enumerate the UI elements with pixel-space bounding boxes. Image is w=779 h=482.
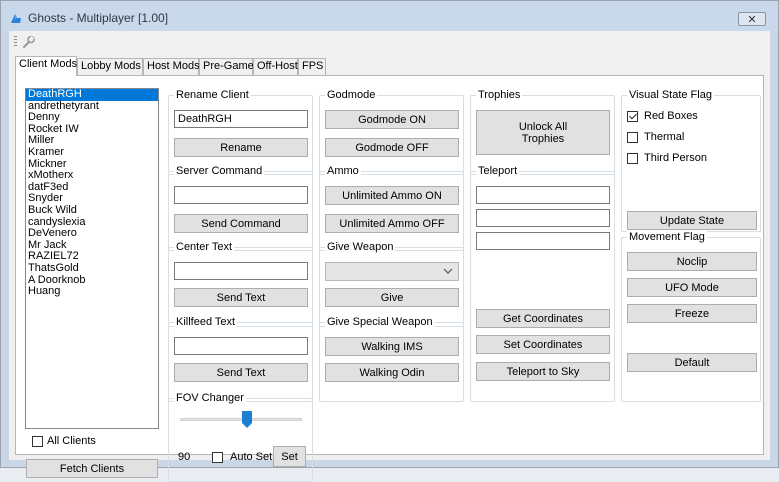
client-mods-page: DeathRGH andrethetyrant Denny Rocket IW …	[15, 75, 764, 482]
ufo-mode-button[interactable]: UFO Mode	[627, 278, 757, 297]
fov-set-button[interactable]: Set	[273, 446, 306, 467]
unlock-all-trophies-button[interactable]: Unlock All Trophies	[476, 110, 610, 155]
set-coordinates-button[interactable]: Set Coordinates	[476, 335, 610, 354]
server-command-group: Server Command Send Command	[168, 165, 313, 251]
godmode-group: Godmode Godmode ON Godmode OFF	[319, 89, 464, 175]
tab-lobby-mods[interactable]: Lobby Mods	[77, 58, 143, 75]
third-person-label: Third Person	[644, 152, 707, 164]
list-item[interactable]: ThatsGold	[26, 262, 158, 275]
close-button[interactable]: ✕	[738, 12, 766, 26]
unlimited-ammo-off-button[interactable]: Unlimited Ammo OFF	[325, 214, 459, 233]
teleport-x-input[interactable]	[476, 186, 610, 204]
movement-flag-group: Movement Flag Noclip UFO Mode Freeze Def…	[621, 231, 761, 402]
all-clients-checkbox[interactable]	[32, 436, 43, 447]
teleport-group: Teleport Get Coordinates Set Coordinates…	[470, 165, 615, 402]
rename-input[interactable]: DeathRGH	[174, 110, 308, 128]
rename-button[interactable]: Rename	[174, 138, 308, 157]
fov-value: 90	[178, 451, 191, 463]
fetch-clients-button[interactable]: Fetch Clients	[26, 459, 158, 478]
default-button[interactable]: Default	[627, 353, 757, 372]
red-boxes-label: Red Boxes	[644, 110, 698, 122]
unlock-trophies-line1: Unlock All	[518, 120, 568, 133]
trophies-group: Trophies Unlock All Trophies	[470, 89, 615, 175]
list-item[interactable]: xMotherx	[26, 170, 158, 182]
group-title: Killfeed Text	[174, 316, 238, 328]
godmode-off-button[interactable]: Godmode OFF	[325, 138, 459, 157]
send-killfeed-button[interactable]: Send Text	[174, 363, 308, 382]
tab-client-mods[interactable]: Client Mods	[15, 56, 77, 76]
list-item[interactable]: DeVenero	[26, 228, 158, 240]
group-title: Movement Flag	[627, 231, 707, 243]
group-title: Teleport	[476, 165, 520, 177]
freeze-button[interactable]: Freeze	[627, 304, 757, 323]
tab-off-host[interactable]: Off-Host	[253, 58, 298, 75]
third-person-checkbox[interactable]	[627, 153, 638, 164]
list-item[interactable]: Kramer	[26, 146, 158, 159]
group-title: Server Command	[174, 165, 265, 177]
group-title: Ammo	[325, 165, 361, 177]
thermal-label: Thermal	[644, 131, 685, 143]
group-title: Godmode	[325, 89, 378, 101]
ammo-group: Ammo Unlimited Ammo ON Unlimited Ammo OF…	[319, 165, 464, 251]
thermal-checkbox[interactable]	[627, 132, 638, 143]
killfeed-text-group: Killfeed Text Send Text	[168, 316, 313, 402]
tab-host-mods[interactable]: Host Mods	[143, 58, 200, 75]
center-text-group: Center Text Send Text	[168, 241, 313, 327]
group-title: Rename Client	[174, 89, 251, 101]
walking-odin-button[interactable]: Walking Odin	[325, 363, 459, 382]
chevron-down-icon	[443, 268, 453, 274]
auto-set-label: Auto Set	[230, 451, 273, 463]
update-state-button[interactable]: Update State	[627, 211, 757, 230]
send-center-text-button[interactable]: Send Text	[174, 288, 308, 307]
app-logo-icon	[11, 14, 21, 23]
red-boxes-checkbox[interactable]	[627, 111, 638, 122]
window-title: Ghosts - Multiplayer [1.00]	[28, 11, 169, 25]
wrench-icon[interactable]	[21, 35, 35, 49]
teleport-y-input[interactable]	[476, 209, 610, 227]
all-clients-label: All Clients	[47, 435, 96, 447]
unlimited-ammo-on-button[interactable]: Unlimited Ammo ON	[325, 186, 459, 205]
rename-client-group: Rename Client DeathRGH Rename	[168, 89, 313, 175]
unlock-trophies-line2: Trophies	[521, 132, 565, 145]
give-weapon-button[interactable]: Give	[325, 288, 459, 307]
give-weapon-group: Give Weapon Give	[319, 241, 464, 327]
send-command-button[interactable]: Send Command	[174, 214, 308, 233]
fov-slider-track[interactable]	[180, 418, 302, 421]
list-item[interactable]: Huang	[26, 285, 158, 298]
fov-changer-group: FOV Changer 90 Auto Set Set	[168, 392, 313, 482]
auto-set-checkbox[interactable]	[212, 452, 223, 463]
group-title: FOV Changer	[174, 392, 246, 404]
tab-pre-game[interactable]: Pre-Game	[199, 58, 254, 75]
center-text-input[interactable]	[174, 262, 308, 280]
weapon-dropdown[interactable]	[325, 262, 459, 281]
list-item[interactable]: DeathRGH	[26, 88, 158, 101]
main-window: Ghosts - Multiplayer [1.00] ✕ Client Mod…	[0, 0, 779, 482]
give-special-weapon-group: Give Special Weapon Walking IMS Walking …	[319, 316, 464, 402]
tab-fps[interactable]: FPS	[298, 58, 326, 75]
group-title: Center Text	[174, 241, 235, 253]
teleport-to-sky-button[interactable]: Teleport to Sky	[476, 362, 610, 381]
noclip-button[interactable]: Noclip	[627, 252, 757, 271]
group-title: Trophies	[476, 89, 523, 101]
client-area: Client Mods Lobby Mods Host Mods Pre-Gam…	[9, 31, 770, 482]
group-title: Visual State Flag	[627, 89, 714, 101]
fov-slider-thumb[interactable]	[242, 411, 253, 428]
title-bar: Ghosts - Multiplayer [1.00] ✕	[1, 1, 778, 31]
group-title: Give Special Weapon	[325, 316, 435, 328]
group-title: Give Weapon	[325, 241, 396, 253]
killfeed-input[interactable]	[174, 337, 308, 355]
get-coordinates-button[interactable]: Get Coordinates	[476, 309, 610, 328]
walking-ims-button[interactable]: Walking IMS	[325, 337, 459, 356]
teleport-z-input[interactable]	[476, 232, 610, 250]
toolbar	[9, 31, 770, 52]
list-item[interactable]: Buck Wild	[26, 204, 158, 217]
server-command-input[interactable]	[174, 186, 308, 204]
visual-state-flag-group: Visual State Flag Red Boxes Thermal Thir…	[621, 89, 761, 232]
toolbar-grip[interactable]	[14, 36, 17, 48]
godmode-on-button[interactable]: Godmode ON	[325, 110, 459, 129]
client-list[interactable]: DeathRGH andrethetyrant Denny Rocket IW …	[25, 88, 159, 429]
